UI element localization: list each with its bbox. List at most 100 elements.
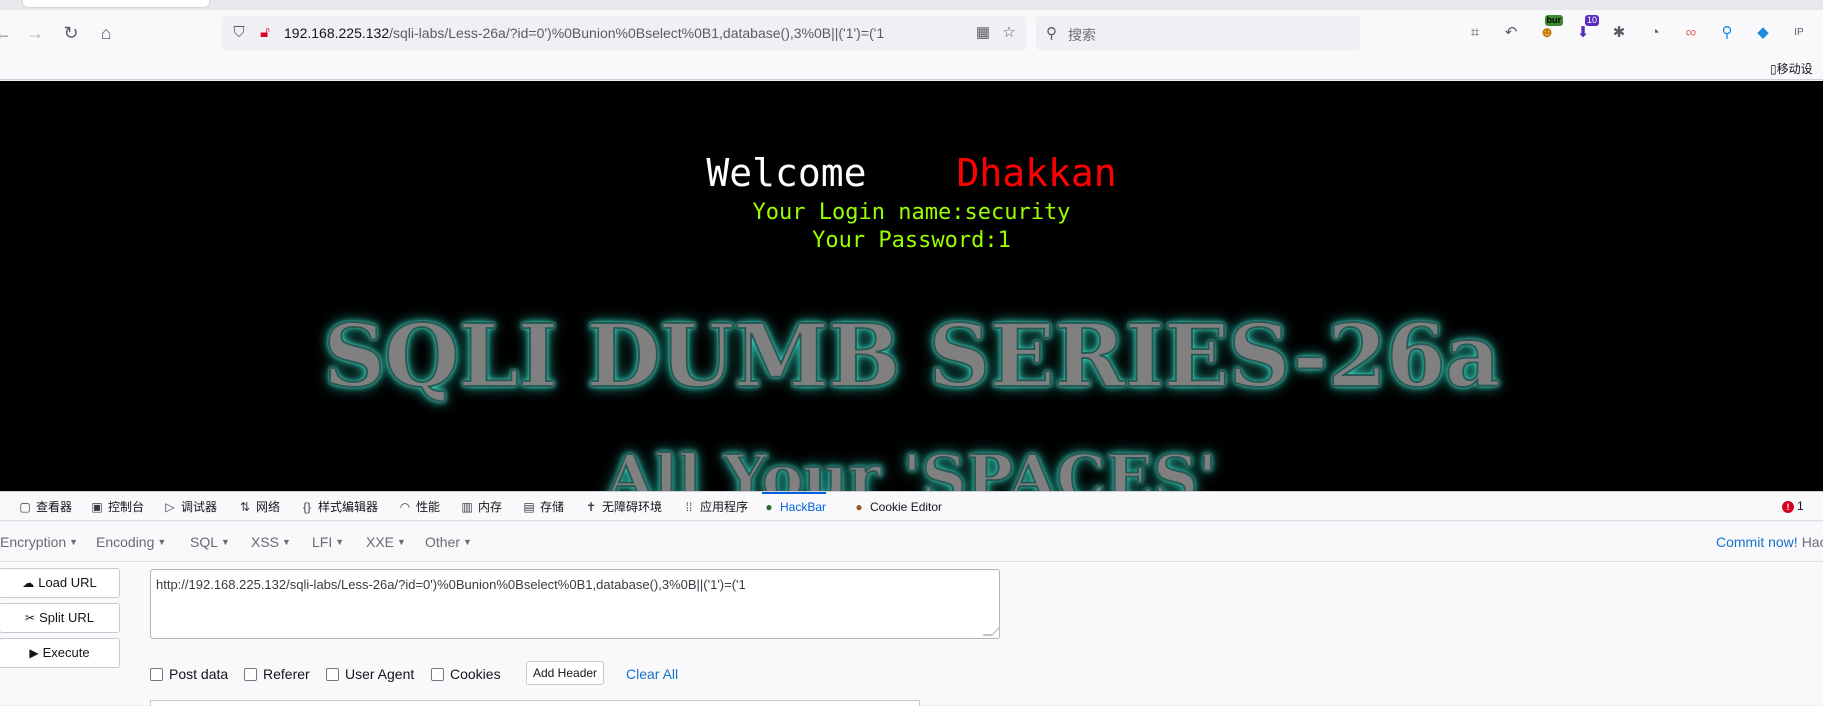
devtools-tab-application[interactable]: ⁞⁞ 应用程序 [682,492,748,522]
devtools-tab-memory[interactable]: ▥ 内存 [460,492,502,522]
resize-handle[interactable] [982,626,999,636]
url-host: 192.168.225.132 [284,25,390,41]
chevron-down-icon: ▼ [157,537,167,547]
menu-encoding[interactable]: Encoding ▼ [96,534,166,550]
ip-label: IP [1794,27,1804,38]
devtools-tab-label: 网络 [256,500,281,514]
insecure-lock-icon[interactable]: 🔓︎ [256,24,274,42]
burp-extension-icon[interactable]: ☻ bur [1535,15,1563,45]
accessibility-icon: ✝ [585,500,597,514]
menu-other[interactable]: Other ▼ [425,534,472,550]
wappalyzer-extension-icon[interactable]: ◆ [1751,21,1775,45]
error-count-value: 1 [1797,499,1804,513]
forward-icon[interactable]: → [24,22,46,44]
qr-code-icon[interactable]: ▦ [974,24,992,42]
mobile-bookmarks[interactable]: ▯移动设 [1770,60,1813,77]
devtools-tab-storage[interactable]: ▤ 存储 [522,492,564,522]
checkbox-box[interactable] [150,668,163,681]
inspector-icon: ▢ [19,500,31,514]
ring-extension-icon[interactable]: ∞ [1679,21,1703,45]
menu-encryption[interactable]: Encryption ▼ [0,534,78,550]
devtools-tab-cookie-editor[interactable]: ● Cookie Editor [852,492,942,522]
load-url-button[interactable]: ☁ Load URL [0,568,120,598]
password-line: Your Password:1 [812,228,1011,253]
devtools-tab-label: 性能 [416,500,441,514]
cookies-label: Cookies [450,666,501,682]
commit-link[interactable]: Commit now!Hac [1716,534,1823,550]
split-url-button[interactable]: ✂ Split URL [0,603,120,633]
checkbox-box[interactable] [431,668,444,681]
address-bar[interactable]: ⛉ 🔓︎ 192.168.225.132/sqli-labs/Less-26a/… [222,16,1026,50]
devtools-toolbar: ▢ 查看器 ▣ 控制台 ▷ 调试器 ⇅ 网络 {} 样式编辑器 ◠ 性能 ▥ 内存 ▤ 存储 ✝… [0,491,1823,521]
devtools-tab-style-editor[interactable]: {} 样式编辑器 [300,492,378,522]
chevron-down-icon: ▼ [221,537,230,547]
home-icon[interactable]: ⌂ [95,22,117,44]
navigation-toolbar: ← → ↻ ⌂ ⛉ 🔓︎ 192.168.225.132/sqli-labs/L… [0,10,1823,56]
scissors-icon: ✂ [25,611,36,625]
menu-xss[interactable]: XSS ▼ [251,534,291,550]
shield-icon[interactable]: ⛉ [230,24,248,42]
reload-icon[interactable]: ↻ [60,22,82,44]
download-extension-icon[interactable]: ⬇ 10 [1571,15,1599,45]
menu-xxe[interactable]: XXE ▼ [366,534,406,550]
referer-label: Referer [263,666,310,682]
add-header-button[interactable]: Add Header [526,661,605,685]
cookie-extension-icon[interactable]: ◔ [1643,21,1667,45]
post-data-checkbox[interactable]: Post data [150,666,228,682]
devtools-tab-performance[interactable]: ◠ 性能 [398,492,440,522]
execute-button[interactable]: ▶ Execute [0,638,120,668]
hackbar-panel: Encryption ▼ Encoding ▼ SQL ▼ XSS ▼ LFI ▼ XXE… [0,522,1823,706]
devtools-tab-hackbar[interactable]: ● HackBar [762,492,827,522]
devtools-tab-label: 应用程序 [700,500,749,514]
welcome-text: Welcome [706,151,867,195]
clear-all-link[interactable]: Clear All [626,666,678,682]
user-agent-checkbox[interactable]: User Agent [326,666,414,682]
devtools-tab-label: 存储 [540,500,565,514]
back-icon[interactable]: ← [0,22,14,44]
error-icon: ! [1782,501,1794,513]
menu-label: SQL [190,534,219,550]
devtools-tab-network[interactable]: ⇅ 网络 [238,492,280,522]
devtools-tab-console[interactable]: ▣ 控制台 [90,492,144,522]
search-bar[interactable]: ⚲ 搜索 [1036,16,1360,50]
crop-icon[interactable]: ⌗ [1463,21,1487,45]
storage-icon: ▤ [523,500,535,514]
active-tab-edge[interactable] [22,0,210,8]
menu-label: Other [425,534,461,550]
referer-checkbox[interactable]: Referer [244,666,310,682]
split-url-label: Split URL [39,610,94,625]
undo-icon[interactable]: ↶ [1499,21,1523,45]
menu-label: XXE [366,534,395,550]
execute-label: Execute [42,645,90,660]
devtools-tab-label: 控制台 [108,500,145,514]
checkbox-box[interactable] [244,668,257,681]
error-count[interactable]: ! 1 [1782,499,1804,513]
user-agent-label: User Agent [345,666,415,682]
login-name-line: Your Login name:security [752,200,1071,225]
checkbox-box[interactable] [326,668,339,681]
puzzle-extension-icon[interactable]: ✱ [1607,21,1631,45]
url-text[interactable]: 192.168.225.132/sqli-labs/Less-26a/?id=0… [284,25,884,41]
devtools-tab-debugger[interactable]: ▷ 调试器 [163,492,217,522]
menu-sql[interactable]: SQL ▼ [190,534,230,550]
menu-lfi[interactable]: LFI ▼ [312,534,344,550]
chevron-down-icon: ▼ [335,537,345,547]
ip-extension-icon[interactable]: IP [1787,21,1811,45]
hackbar-icon: ● [765,500,773,514]
page-viewport: Welcome Dhakkan Your Login name:security … [0,81,1823,491]
header-input-partial[interactable] [150,700,920,706]
bookmark-star-icon[interactable]: ☆ [1000,24,1018,42]
location-extension-icon[interactable]: ⚲ [1715,21,1739,45]
bookmarks-toolbar: ▯移动设 [0,56,1823,80]
commit-label: Commit now! [1716,534,1798,550]
chevron-down-icon: ▼ [69,537,79,547]
user-name: Dhakkan [956,151,1117,195]
devtools-tab-accessibility[interactable]: ✝ 无障碍环境 [584,492,662,522]
cookie-icon: ● [855,500,863,514]
devtools-tab-label: HackBar [780,500,827,514]
url-input[interactable]: http://192.168.225.132/sqli-labs/Less-26… [150,569,1000,639]
devtools-tab-inspector[interactable]: ▢ 查看器 [18,492,72,522]
cookies-checkbox[interactable]: Cookies [431,666,501,682]
chevron-down-icon: ▼ [282,537,291,547]
style-editor-icon: {} [302,500,311,514]
